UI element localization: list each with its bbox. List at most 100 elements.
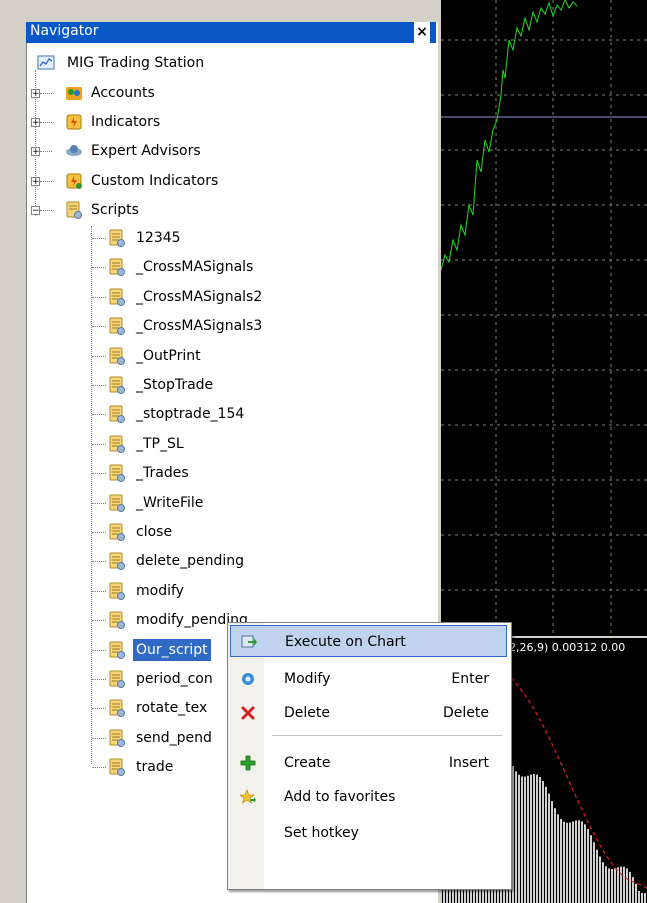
tree-group-scripts[interactable]: − Scripts: [31, 199, 142, 221]
script-item[interactable]: close: [92, 521, 175, 543]
plus-icon: [240, 755, 256, 771]
script-label: _CrossMASignals3: [136, 318, 263, 335]
indicators-icon: [66, 114, 82, 130]
menu-item-modify[interactable]: Modify Enter: [230, 663, 507, 695]
tree-line: [40, 180, 52, 182]
script-label: _CrossMASignals2: [136, 288, 263, 305]
script-item[interactable]: rotate_tex: [92, 697, 210, 719]
script-icon: [108, 639, 126, 661]
tree-line: [92, 296, 106, 298]
tree-group-indicators[interactable]: + Indicators: [31, 111, 163, 133]
tree-root[interactable]: MIG Trading Station: [37, 52, 207, 74]
tree-root-label: MIG Trading Station: [67, 55, 205, 71]
gear-icon: [242, 673, 254, 685]
menu-item-label: Add to favorites: [284, 789, 396, 805]
script-item[interactable]: Our_script: [92, 638, 211, 661]
script-item[interactable]: trade: [92, 756, 176, 778]
menu-item-set-hotkey[interactable]: Set hotkey: [230, 817, 507, 849]
script-icon: [108, 609, 126, 631]
scripts-folder-icon: [66, 201, 82, 219]
script-icon: [108, 403, 126, 425]
menu-item-label: Modify: [284, 671, 331, 687]
script-item[interactable]: _StopTrade: [92, 374, 216, 396]
indicator-label: 2,26,9) 0.00312 0.00: [509, 641, 626, 654]
tree-line: [92, 620, 106, 622]
tree-line: [92, 532, 106, 533]
tree-group-expert-advisors[interactable]: + Expert Advisors: [31, 140, 204, 162]
script-item[interactable]: _WriteFile: [92, 492, 206, 514]
script-item[interactable]: _stoptrade_154: [92, 403, 247, 425]
expand-icon[interactable]: +: [31, 176, 40, 186]
script-label: Our_script: [133, 638, 211, 661]
script-item[interactable]: _CrossMASignals3: [92, 315, 265, 337]
script-icon: [108, 668, 126, 690]
script-icon: [108, 521, 126, 543]
expand-icon[interactable]: +: [31, 147, 40, 157]
navigator-title-bar[interactable]: Navigator ×: [26, 22, 436, 43]
script-item[interactable]: _CrossMASignals2: [92, 286, 265, 308]
tree-line: [92, 590, 106, 592]
tree-line: [92, 414, 106, 416]
tree-line: [92, 767, 106, 769]
tree-line: [92, 443, 106, 445]
menu-item-add-to-favorites[interactable]: Add to favorites: [230, 781, 507, 813]
tree-group-label: Expert Advisors: [91, 143, 201, 160]
collapse-icon[interactable]: −: [31, 205, 40, 215]
tree-line: [92, 502, 106, 504]
menu-item-execute-on-chart[interactable]: Execute on Chart: [230, 625, 507, 657]
delete-icon: [241, 706, 255, 720]
script-item[interactable]: period_con: [92, 668, 216, 690]
script-item[interactable]: _TP_SL: [92, 433, 187, 455]
script-icon: [108, 256, 126, 278]
script-icon: [108, 756, 126, 778]
tree-line: [92, 355, 106, 357]
script-item[interactable]: modify: [92, 580, 187, 602]
tree-line: [92, 473, 106, 475]
tree-line: [92, 238, 106, 239]
expert-advisors-icon: [66, 145, 82, 157]
tree-line: [92, 326, 106, 328]
menu-item-shortcut: Insert: [448, 755, 489, 771]
custom-indicators-icon: [66, 173, 82, 189]
tree-line: [92, 385, 106, 386]
script-item[interactable]: delete_pending: [92, 550, 247, 572]
tree-line: [40, 151, 52, 153]
script-icon: [108, 697, 126, 719]
price-chart[interactable]: [441, 0, 647, 636]
script-label: _WriteFile: [136, 494, 204, 511]
expand-icon[interactable]: +: [31, 89, 40, 99]
close-icon[interactable]: ×: [414, 22, 430, 43]
tree-line: [92, 679, 106, 680]
menu-item-label: Create: [284, 755, 331, 771]
execute-icon: [241, 635, 257, 648]
script-icon: [108, 227, 126, 249]
script-label: period_con: [136, 671, 213, 687]
script-label: delete_pending: [136, 553, 245, 570]
script-label: send_pend: [136, 729, 212, 746]
menu-item-delete[interactable]: Delete Delete: [230, 697, 507, 729]
favorite-star-icon: [240, 789, 256, 804]
script-label: _TP_SL: [136, 435, 184, 452]
tree-line: [40, 209, 52, 211]
script-icon: [108, 345, 126, 367]
script-label: _StopTrade: [136, 377, 214, 393]
tree-line: [92, 708, 106, 710]
script-icon: [108, 492, 126, 514]
script-item[interactable]: _Trades: [92, 462, 192, 484]
menu-item-create[interactable]: Create Insert: [230, 747, 507, 779]
script-item[interactable]: _OutPrint: [92, 345, 204, 367]
script-label: close: [136, 524, 173, 540]
script-label: trade: [136, 759, 174, 776]
script-label: rotate_tex: [136, 700, 208, 717]
tree-group-accounts[interactable]: + Accounts: [31, 82, 158, 104]
tree-group-custom-indicators[interactable]: + Custom Indicators: [31, 170, 221, 192]
script-item[interactable]: 12345: [92, 227, 184, 249]
script-item[interactable]: send_pend: [92, 727, 215, 749]
script-label: _stoptrade_154: [136, 406, 245, 423]
expand-icon[interactable]: +: [31, 118, 40, 128]
script-icon: [108, 580, 126, 602]
script-label: modify: [136, 582, 184, 599]
script-item[interactable]: _CrossMASignals: [92, 256, 256, 278]
tree-line: [92, 737, 106, 739]
tree-group-label: Accounts: [91, 85, 155, 101]
